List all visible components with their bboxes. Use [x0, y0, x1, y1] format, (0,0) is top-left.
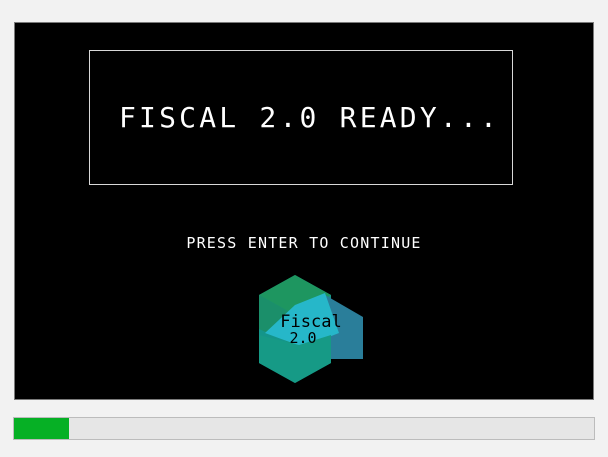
loading-progress-fill — [14, 418, 70, 439]
title-box: FISCAL 2.0 READY... — [89, 50, 513, 185]
press-enter-prompt: PRESS ENTER TO CONTINUE — [186, 234, 422, 252]
game-screen[interactable]: FISCAL 2.0 READY... PRESS ENTER TO CONTI… — [14, 22, 594, 400]
loading-progress-bar — [13, 417, 595, 440]
ready-title: FISCAL 2.0 READY... — [119, 101, 501, 134]
fiscal-logo: Fiscal 2.0 — [259, 275, 363, 383]
logo-text-line2: 2.0 — [289, 329, 316, 347]
hexagon-logo-icon: Fiscal 2.0 — [259, 275, 363, 383]
